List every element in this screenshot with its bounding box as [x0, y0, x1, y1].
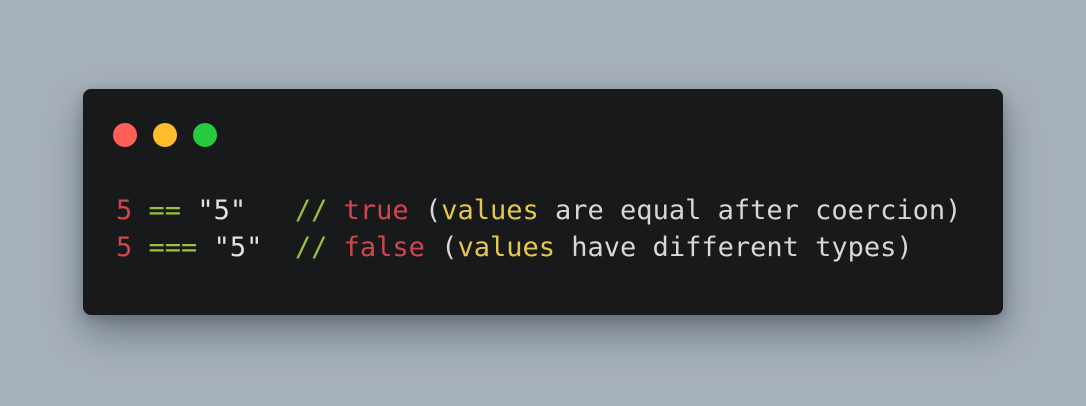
comment-marker: // — [294, 195, 328, 226]
paren-open: ( — [424, 195, 442, 226]
number-literal: 5 — [116, 195, 133, 226]
maximize-dot-icon[interactable] — [193, 123, 217, 147]
number-literal: 5 — [116, 232, 133, 263]
window-controls — [113, 123, 217, 147]
code-window: 5 == "5" // true (values are equal after… — [83, 89, 1003, 315]
string-literal: "5" — [213, 232, 263, 263]
paren-open: ( — [441, 232, 458, 263]
equality-operator: == — [148, 195, 182, 226]
minimize-dot-icon[interactable] — [153, 123, 177, 147]
strict-equality-operator: === — [148, 232, 198, 263]
string-literal: "5" — [197, 195, 247, 226]
boolean-result: true — [343, 195, 409, 226]
paren-close: ) — [896, 232, 913, 263]
boolean-result: false — [343, 232, 425, 263]
code-line-2: 5 === "5" // false (values have differen… — [116, 229, 961, 266]
comment-marker: // — [294, 232, 328, 263]
comment-text: are equal after coercion — [555, 195, 946, 226]
highlight-word: values — [457, 232, 556, 263]
code-line-1: 5 == "5" // true (values are equal after… — [116, 192, 961, 229]
comment-text: have different types — [571, 232, 897, 263]
close-dot-icon[interactable] — [113, 123, 137, 147]
paren-close: ) — [945, 195, 962, 226]
highlight-word: values — [441, 195, 539, 226]
code-block: 5 == "5" // true (values are equal after… — [116, 192, 961, 266]
